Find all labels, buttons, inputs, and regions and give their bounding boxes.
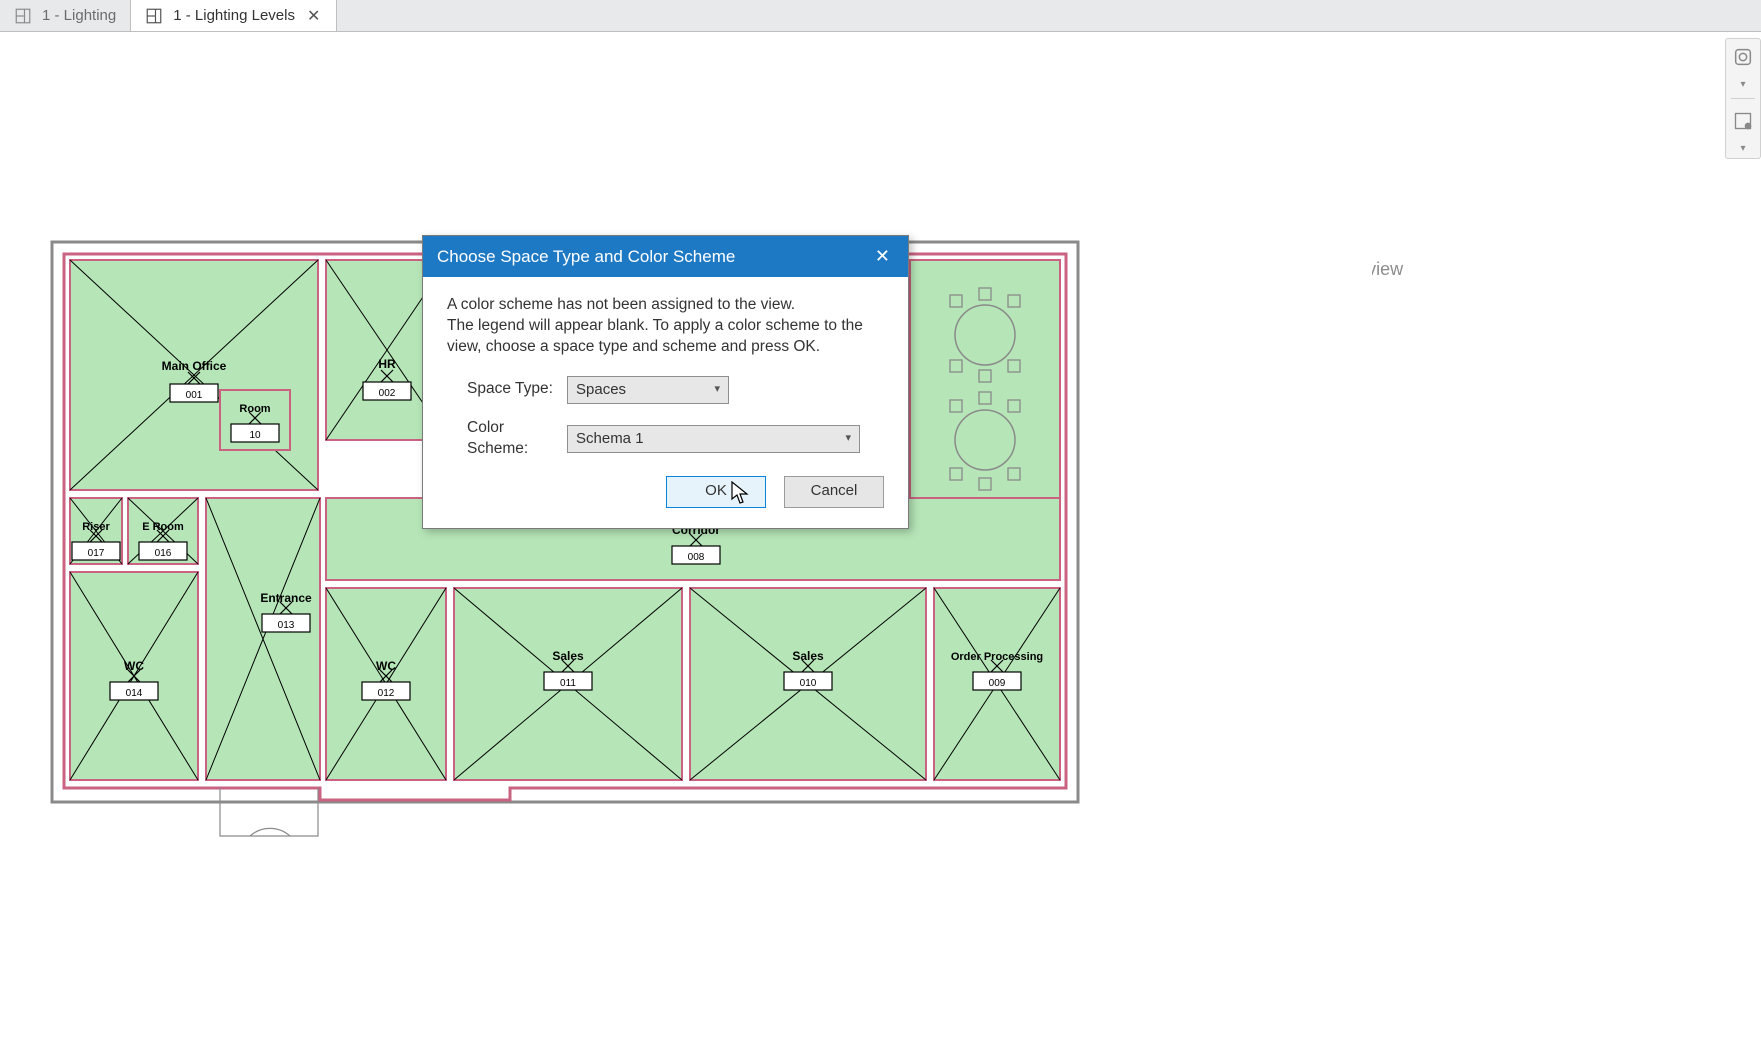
- space-type-select[interactable]: Spaces ▾: [567, 376, 729, 404]
- drawing-canvas[interactable]: Main Office 001 HR 002 Room 10 Riser: [0, 32, 1372, 1048]
- svg-text:Main Office: Main Office: [162, 359, 227, 373]
- svg-text:WC: WC: [124, 659, 144, 673]
- view-toolbar: ▾ ▾: [1725, 38, 1761, 159]
- dialog-titlebar[interactable]: Choose Space Type and Color Scheme ✕: [423, 236, 908, 277]
- space-type-label: Space Type:: [447, 379, 567, 400]
- color-scheme-value: Schema 1: [576, 429, 644, 449]
- svg-text:011: 011: [560, 678, 576, 689]
- ok-button-label: OK: [705, 481, 727, 501]
- svg-text:WC: WC: [376, 659, 396, 673]
- svg-text:016: 016: [155, 548, 172, 559]
- ok-button[interactable]: OK: [666, 476, 766, 508]
- svg-text:HR: HR: [378, 357, 396, 371]
- tab-bar: 1 - Lighting 1 - Lighting Levels ✕: [0, 0, 1761, 32]
- svg-text:10: 10: [249, 430, 261, 441]
- tab-label: 1 - Lighting: [42, 7, 116, 24]
- dialog-close-icon[interactable]: ✕: [871, 246, 894, 267]
- dropdown-arrow-icon[interactable]: ▾: [1740, 79, 1745, 90]
- svg-text:Entrance: Entrance: [260, 591, 312, 605]
- dialog-body: A color scheme has not been assigned to …: [423, 277, 908, 528]
- svg-text:002: 002: [379, 388, 396, 399]
- svg-text:014: 014: [126, 688, 143, 699]
- svg-text:009: 009: [989, 678, 1006, 689]
- color-scheme-dialog: Choose Space Type and Color Scheme ✕ A c…: [422, 235, 909, 529]
- color-scheme-label: Color Scheme:: [447, 418, 567, 460]
- dialog-title-text: Choose Space Type and Color Scheme: [437, 247, 735, 267]
- dialog-message-line1: A color scheme has not been assigned to …: [447, 296, 795, 313]
- color-scheme-select[interactable]: Schema 1 ▾: [567, 425, 860, 453]
- tab-close-icon[interactable]: ✕: [305, 6, 322, 26]
- cancel-button[interactable]: Cancel: [784, 476, 884, 508]
- tab-lighting[interactable]: 1 - Lighting: [0, 0, 131, 31]
- svg-text:Sales: Sales: [552, 649, 584, 663]
- dropdown-arrow-icon[interactable]: ▾: [1740, 143, 1745, 154]
- svg-text:Riser: Riser: [82, 521, 110, 533]
- svg-text:E Room: E Room: [142, 521, 184, 533]
- svg-text:013: 013: [278, 620, 295, 631]
- chevron-down-icon: ▾: [845, 431, 851, 446]
- svg-text:Sales: Sales: [792, 649, 824, 663]
- dialog-message-line2: The legend will appear blank. To apply a…: [447, 317, 863, 355]
- svg-text:Room: Room: [239, 403, 270, 415]
- svg-text:008: 008: [688, 552, 705, 563]
- svg-text:Order Processing: Order Processing: [951, 651, 1043, 663]
- floorplan-icon: [14, 7, 32, 25]
- toolbar-divider: [1731, 98, 1755, 99]
- chevron-down-icon: ▾: [714, 382, 720, 397]
- dialog-message: A color scheme has not been assigned to …: [447, 295, 884, 358]
- svg-text:010: 010: [800, 678, 817, 689]
- svg-text:012: 012: [378, 688, 395, 699]
- space-type-value: Spaces: [576, 380, 626, 400]
- cancel-button-label: Cancel: [811, 481, 858, 501]
- tab-lighting-levels[interactable]: 1 - Lighting Levels ✕: [131, 0, 337, 31]
- tab-label: 1 - Lighting Levels: [173, 7, 295, 24]
- svg-text:017: 017: [88, 548, 105, 559]
- floorplan-icon: [145, 7, 163, 25]
- navigation-wheel-icon[interactable]: [1729, 107, 1757, 135]
- svg-text:001: 001: [186, 390, 203, 401]
- view-cube-icon[interactable]: [1729, 43, 1757, 71]
